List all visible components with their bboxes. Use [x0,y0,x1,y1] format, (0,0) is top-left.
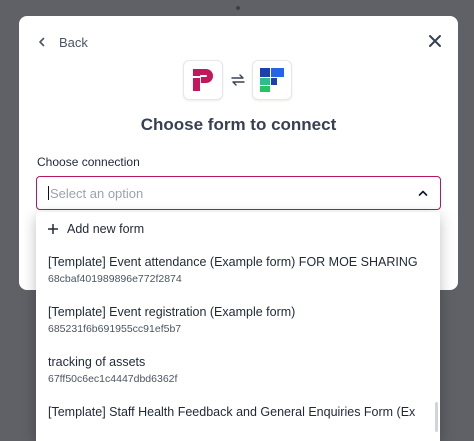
chevron-left-icon [39,37,45,47]
dropdown-option[interactable]: [Template] Staff Health Feedback and Gen… [48,405,438,419]
connection-select[interactable]: Select an option [36,176,441,210]
source-app-logo [183,60,223,100]
target-app-logo [252,60,292,100]
connection-label: Choose connection [37,155,140,169]
select-placeholder: Select an option [50,185,144,201]
option-id: 68cbaf401989896e772f2874 [48,273,182,285]
option-name: tracking of assets [48,355,146,369]
dropdown-option[interactable]: tracking of assets 67ff50c6ec1c4447dbd63… [48,355,438,385]
dropdown-option[interactable]: [Template] Event registration (Example f… [48,305,438,335]
connection-dropdown: Add new form [Template] Event attendance… [36,212,440,441]
swap-arrows-icon [231,74,245,86]
option-name: [Template] Event attendance (Example for… [48,255,418,269]
form-app-logo-icon [260,68,284,92]
p-logo-icon [193,69,213,91]
option-name: [Template] Staff Health Feedback and Gen… [48,405,416,419]
add-new-form-label: Add new form [67,222,145,236]
option-name: [Template] Event registration (Example f… [48,305,296,319]
dropdown-option[interactable]: [Template] Event attendance (Example for… [48,255,438,285]
back-label: Back [59,34,88,50]
plus-icon [48,224,58,234]
chevron-up-icon[interactable] [418,189,428,197]
dropdown-scrollbar[interactable] [435,402,438,432]
close-icon[interactable] [426,32,444,50]
background-dot [236,6,240,10]
back-button[interactable]: Back [37,32,88,52]
modal-title: Choose form to connect [140,115,337,134]
text-cursor [48,186,49,200]
option-id: 67ff50c6ec1c4447dbd6362f [48,373,178,385]
add-new-form-option[interactable]: Add new form [48,220,144,238]
option-id: 685231f6b691955cc91ef5b7 [48,323,182,335]
